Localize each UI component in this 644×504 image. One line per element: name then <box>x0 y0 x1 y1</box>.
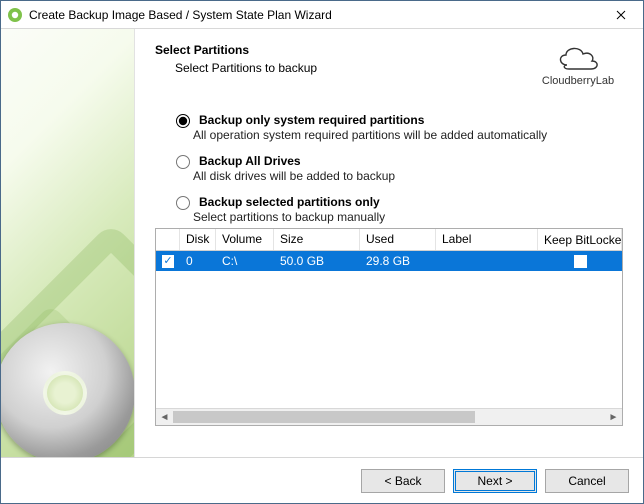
grid-body: 0 C:\ 50.0 GB 29.8 GB <box>156 251 622 408</box>
back-button[interactable]: < Back <box>361 469 445 493</box>
cancel-button[interactable]: Cancel <box>545 469 629 493</box>
disc-graphic <box>1 323 135 457</box>
horizontal-scrollbar[interactable]: ◄ ► <box>156 408 622 425</box>
option-label: Backup only system required partitions <box>199 113 424 127</box>
scroll-right-arrow[interactable]: ► <box>605 409 622 426</box>
option-selected-only-radio[interactable]: Backup selected partitions only <box>171 193 623 210</box>
main-panel: Select Partitions Select Partitions to b… <box>135 29 643 457</box>
body: Select Partitions Select Partitions to b… <box>1 29 643 457</box>
col-label[interactable]: Label <box>436 229 538 250</box>
titlebar: Create Backup Image Based / System State… <box>1 1 643 29</box>
footer: < Back Next > Cancel <box>1 457 643 503</box>
scroll-left-arrow[interactable]: ◄ <box>156 409 173 426</box>
wizard-window: Create Backup Image Based / System State… <box>0 0 644 504</box>
page-subtitle: Select Partitions to backup <box>175 61 533 75</box>
grid-header: Disk Volume Size Used Label Keep BitLock… <box>156 229 622 251</box>
brand-name: CloudberryLab <box>533 75 623 87</box>
close-button[interactable] <box>599 1 643 29</box>
cell-size: 50.0 GB <box>274 254 360 268</box>
option-desc: All operation system required partitions… <box>193 128 623 142</box>
col-keep-bitlocker[interactable]: Keep BitLocker <box>538 229 622 250</box>
option-system-required-radio[interactable]: Backup only system required partitions <box>171 111 623 128</box>
option-desc: Select partitions to backup manually <box>193 210 623 224</box>
option-selected-only: Backup selected partitions only Select p… <box>171 193 623 224</box>
option-desc: All disk drives will be added to backup <box>193 169 623 183</box>
option-label: Backup All Drives <box>199 154 301 168</box>
col-checkbox[interactable] <box>156 229 180 250</box>
col-used[interactable]: Used <box>360 229 436 250</box>
option-label: Backup selected partitions only <box>199 195 380 209</box>
col-disk[interactable]: Disk <box>180 229 216 250</box>
option-all-drives: Backup All Drives All disk drives will b… <box>171 152 623 183</box>
cell-disk: 0 <box>180 254 216 268</box>
row-checkbox[interactable] <box>162 255 174 268</box>
cell-used: 29.8 GB <box>360 254 436 268</box>
page-title: Select Partitions <box>155 43 533 57</box>
col-volume[interactable]: Volume <box>216 229 274 250</box>
col-size[interactable]: Size <box>274 229 360 250</box>
window-title: Create Backup Image Based / System State… <box>29 8 599 22</box>
scroll-thumb[interactable] <box>173 411 475 423</box>
scroll-track[interactable] <box>173 409 605 426</box>
option-system-required: Backup only system required partitions A… <box>171 111 623 142</box>
brand-logo: CloudberryLab <box>533 43 623 87</box>
next-button[interactable]: Next > <box>453 469 537 493</box>
cell-volume: C:\ <box>216 254 274 268</box>
row-keep-bitlocker-checkbox[interactable] <box>574 255 587 268</box>
partitions-grid: Disk Volume Size Used Label Keep BitLock… <box>155 228 623 426</box>
table-row[interactable]: 0 C:\ 50.0 GB 29.8 GB <box>156 251 622 271</box>
option-all-drives-radio[interactable]: Backup All Drives <box>171 152 623 169</box>
options-group: Backup only system required partitions A… <box>171 111 623 426</box>
side-banner <box>1 29 135 457</box>
app-icon <box>7 7 23 23</box>
